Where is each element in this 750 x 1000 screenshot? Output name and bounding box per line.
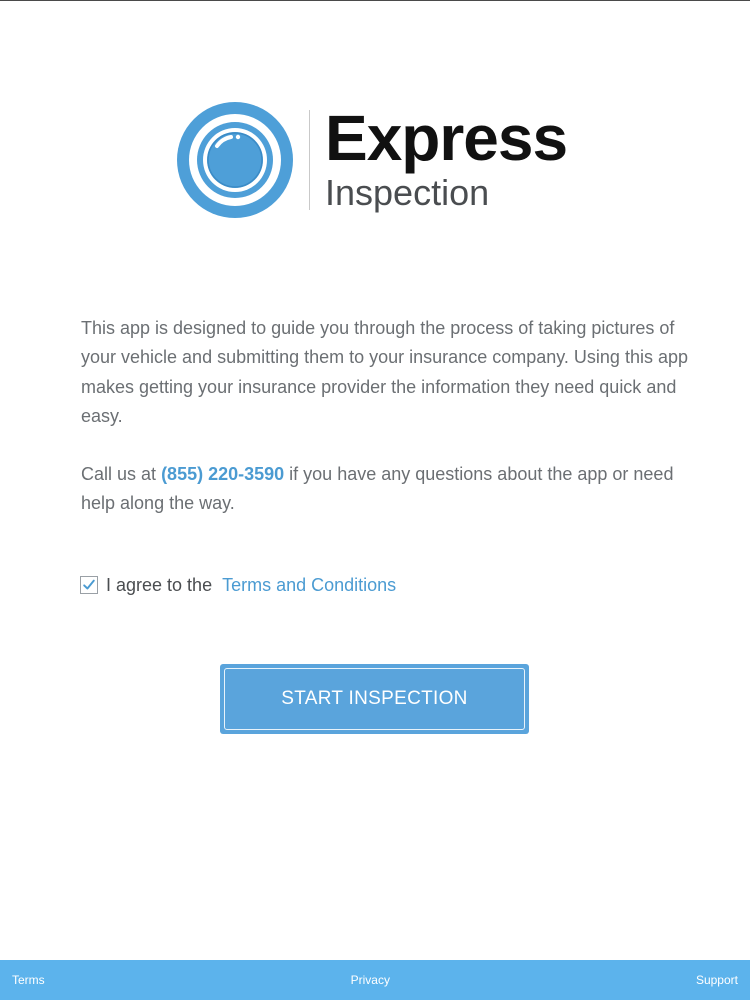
contact-paragraph: Call us at (855) 220-3590 if you have an… <box>81 460 691 519</box>
checkmark-icon <box>83 579 95 590</box>
footer-terms-link[interactable]: Terms <box>12 973 45 987</box>
agree-label: I agree to the <box>106 574 213 595</box>
contact-prefix: Call us at <box>81 464 157 484</box>
brand-subtitle: Inspection <box>325 172 490 213</box>
footer-privacy-link[interactable]: Privacy <box>351 973 390 987</box>
brand-title: Express <box>325 102 568 174</box>
brand-logo: Express Inspection <box>175 100 595 220</box>
terms-agreement: I agree to the Terms and Conditions <box>80 573 396 597</box>
phone-link[interactable]: (855) 220-3590 <box>161 464 284 484</box>
start-inspection-button[interactable]: START INSPECTION <box>220 664 529 734</box>
intro-paragraph: This app is designed to guide you throug… <box>81 318 688 426</box>
terms-and-conditions-link[interactable]: Terms and Conditions <box>222 575 396 596</box>
camera-lens-icon <box>177 102 293 218</box>
start-inspection-label: START INSPECTION <box>224 668 525 730</box>
agree-checkbox[interactable] <box>80 576 98 594</box>
footer-bar: Terms Privacy Support <box>0 960 750 1000</box>
footer-support-link[interactable]: Support <box>696 973 738 987</box>
top-divider <box>0 0 750 1</box>
logo-divider <box>309 110 310 210</box>
